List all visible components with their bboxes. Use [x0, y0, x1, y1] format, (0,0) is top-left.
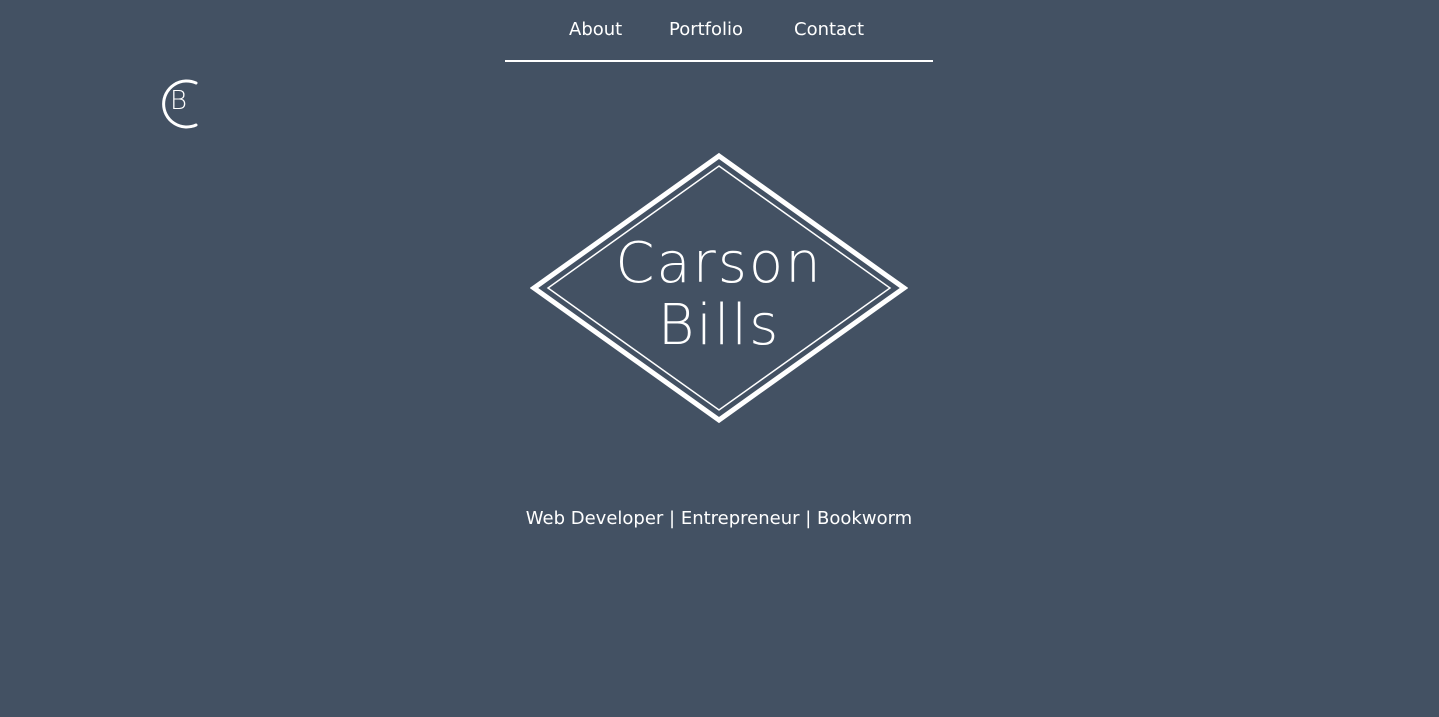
- last-name: Bills: [657, 293, 781, 358]
- monogram-letter: B: [170, 86, 188, 116]
- cb-monogram-icon[interactable]: B: [150, 76, 204, 132]
- top-nav: About Portfolio Contact: [505, 0, 933, 62]
- nav-contact-link[interactable]: Contact: [794, 19, 864, 40]
- nav-portfolio-link[interactable]: Portfolio: [669, 19, 743, 40]
- page: About Portfolio Contact B Carson Bills W…: [0, 0, 1439, 717]
- name-emblem: Carson Bills: [530, 152, 908, 424]
- first-name: Carson: [615, 231, 823, 296]
- nav-about-link[interactable]: About: [569, 19, 622, 40]
- tagline: Web Developer | Entrepreneur | Bookworm: [525, 508, 913, 529]
